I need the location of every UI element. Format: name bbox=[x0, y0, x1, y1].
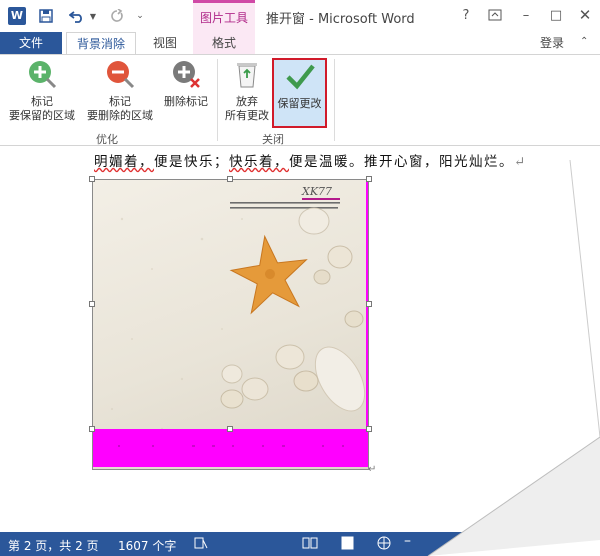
proofing-icon[interactable] bbox=[194, 536, 208, 553]
resize-handle[interactable] bbox=[366, 301, 372, 307]
resize-handle[interactable] bbox=[227, 426, 233, 432]
delete-mark-icon bbox=[158, 59, 214, 93]
read-mode-icon[interactable] bbox=[302, 536, 318, 553]
tab-file[interactable]: 文件 bbox=[0, 32, 62, 54]
ribbon-display-options-icon[interactable] bbox=[484, 4, 506, 26]
mark-keep-button[interactable]: 标记 要保留的区域 bbox=[4, 59, 80, 123]
mark-keep-label-1: 标记 bbox=[31, 95, 53, 108]
group-separator bbox=[217, 59, 218, 141]
mark-keep-icon bbox=[4, 59, 80, 93]
keep-changes-label: 保留更改 bbox=[277, 97, 322, 110]
page-indicator[interactable]: 第 2 页，共 2 页 bbox=[8, 537, 99, 554]
checkmark-icon bbox=[274, 63, 325, 95]
resize-handle[interactable] bbox=[227, 176, 233, 182]
delete-mark-label: 删除标记 bbox=[164, 95, 208, 108]
document-title: 推开窗 - Microsoft Word bbox=[266, 12, 415, 27]
status-bar: 第 2 页，共 2 页 1607 个字 – bbox=[0, 532, 600, 556]
tab-view[interactable]: 视图 bbox=[142, 32, 188, 54]
mark-remove-label-2: 要删除的区域 bbox=[87, 109, 153, 122]
recycle-bin-icon bbox=[222, 59, 272, 93]
resize-handle[interactable] bbox=[89, 301, 95, 307]
delete-mark-button[interactable]: 删除标记 bbox=[158, 59, 214, 109]
word-count[interactable]: 1607 个字 bbox=[118, 537, 176, 554]
ribbon-tabs: 文件 背景消除 视图 格式 登录 ⌃ bbox=[0, 32, 600, 54]
document-line[interactable]: 明媚着，便是快乐；快乐着，便是温暖。推开心窗，阳光灿烂。↵ bbox=[94, 150, 527, 170]
print-layout-icon[interactable] bbox=[340, 536, 356, 553]
collapse-ribbon-icon[interactable]: ⌃ bbox=[580, 36, 588, 47]
text-run: 便是快乐； bbox=[154, 154, 229, 170]
group-label-close: 关闭 bbox=[262, 133, 284, 146]
mark-remove-icon bbox=[82, 59, 158, 93]
customize-qat-icon[interactable]: ⌄ bbox=[134, 6, 146, 26]
undo-icon[interactable] bbox=[66, 6, 88, 26]
text-run: 便是温暖。推开心窗，阳光灿烂。 bbox=[289, 154, 514, 170]
document-area[interactable]: 明媚着，便是快乐；快乐着，便是温暖。推开心窗，阳光灿烂。↵ XK77 ↵ bbox=[0, 146, 600, 532]
save-icon[interactable] bbox=[36, 6, 56, 26]
keep-changes-button[interactable]: 保留更改 bbox=[272, 58, 327, 128]
discard-all-label-1: 放弃 bbox=[236, 95, 258, 108]
zoom-out-button[interactable]: – bbox=[404, 533, 411, 549]
group-separator bbox=[334, 59, 335, 141]
tab-background-removal[interactable]: 背景消除 bbox=[66, 32, 136, 54]
tab-format[interactable]: 格式 bbox=[193, 32, 255, 54]
login-link[interactable]: 登录 bbox=[540, 32, 564, 54]
word-app-icon[interactable]: W bbox=[8, 7, 26, 25]
mark-remove-label-1: 标记 bbox=[109, 95, 131, 108]
text-run: 明媚着， bbox=[94, 154, 154, 170]
word-window: W ▼ ⌄ 图片工具 推开窗 - Microsoft Word ? – □ ✕ … bbox=[0, 0, 600, 556]
web-layout-icon[interactable] bbox=[376, 536, 392, 553]
undo-dropdown-icon[interactable]: ▼ bbox=[88, 6, 98, 26]
maximize-button[interactable]: □ bbox=[545, 4, 567, 26]
help-button[interactable]: ? bbox=[455, 4, 477, 26]
close-button[interactable]: ✕ bbox=[574, 4, 596, 26]
discard-all-label-2: 所有更改 bbox=[225, 109, 269, 122]
paragraph-mark: ↵ bbox=[514, 154, 527, 170]
minimize-button[interactable]: – bbox=[515, 4, 537, 26]
picture-tools-header: 图片工具 bbox=[193, 0, 255, 32]
redo-icon[interactable] bbox=[108, 6, 126, 26]
discard-all-button[interactable]: 放弃 所有更改 bbox=[222, 59, 272, 123]
resize-handle[interactable] bbox=[89, 426, 95, 432]
mark-keep-label-2: 要保留的区域 bbox=[9, 109, 75, 122]
text-run: 快乐着， bbox=[229, 154, 289, 170]
mark-remove-button[interactable]: 标记 要删除的区域 bbox=[82, 59, 158, 123]
resize-handle[interactable] bbox=[366, 426, 372, 432]
ribbon: 标记 要保留的区域 标记 要删除的区域 删除标记 优化 放弃 所有更改 保留更改… bbox=[0, 54, 600, 146]
paragraph-mark: ↵ bbox=[368, 464, 377, 475]
title-bar: W ▼ ⌄ 图片工具 推开窗 - Microsoft Word ? – □ ✕ bbox=[0, 0, 600, 32]
resize-handle[interactable] bbox=[366, 176, 372, 182]
resize-handle[interactable] bbox=[89, 176, 95, 182]
group-label-optimize: 优化 bbox=[96, 133, 118, 146]
